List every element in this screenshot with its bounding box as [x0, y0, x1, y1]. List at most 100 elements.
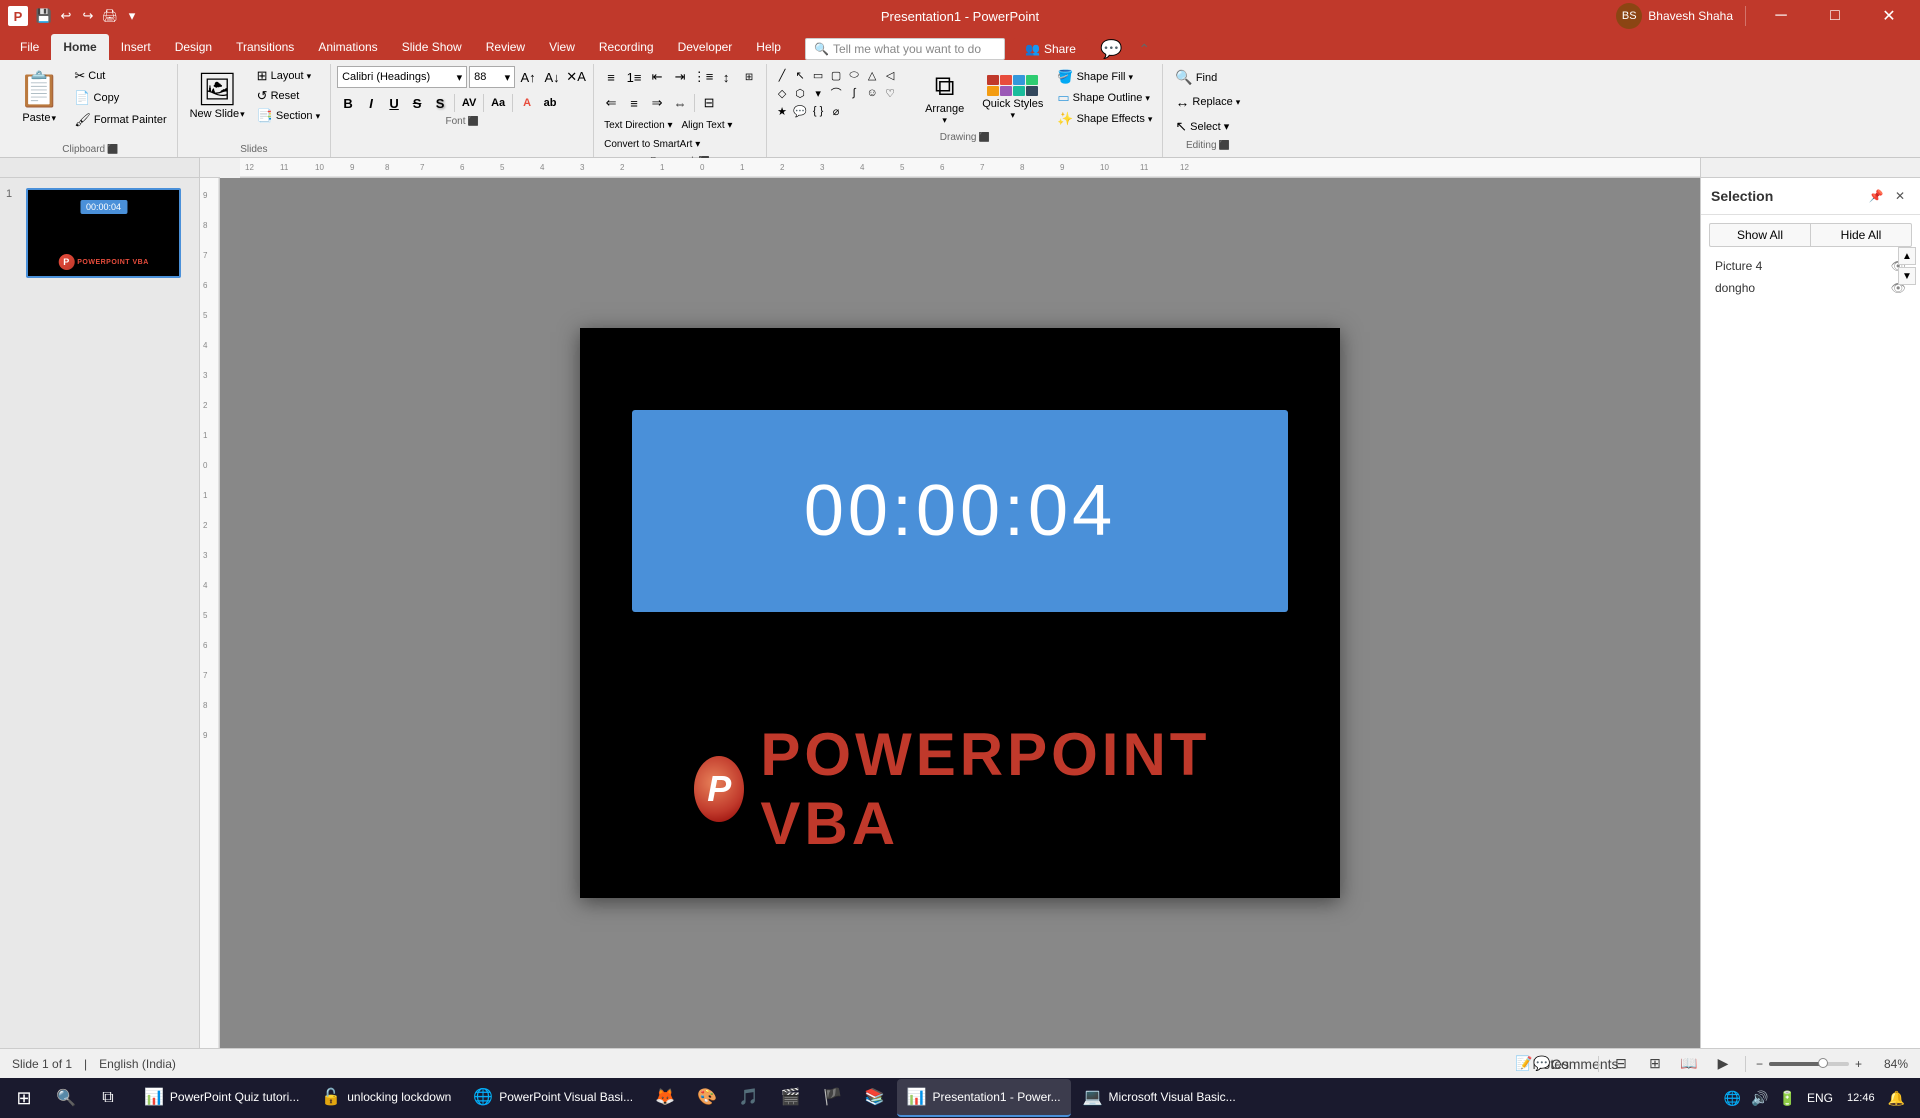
replace-arrow[interactable]: ▾	[1236, 97, 1241, 108]
sel-item-picture4[interactable]: Picture 4 👁	[1709, 255, 1912, 277]
format-painter-button[interactable]: 🖌 Format Painter	[70, 110, 170, 130]
tab-design[interactable]: Design	[163, 34, 224, 60]
tray-notification-icon[interactable]: 🔔	[1885, 1088, 1908, 1109]
font-expand-btn[interactable]: ⬛	[467, 116, 478, 127]
tab-developer[interactable]: Developer	[666, 34, 745, 60]
comments-status-btn[interactable]: 💬 Comments	[1564, 1054, 1588, 1074]
tray-battery-icon[interactable]: 🔋	[1776, 1088, 1799, 1109]
drawing-expand-btn[interactable]: ⬛	[978, 132, 989, 143]
decrease-indent-btn[interactable]: ⇤	[646, 66, 668, 88]
align-right-btn[interactable]: ⇒	[646, 92, 668, 114]
zoom-bar[interactable]	[1769, 1062, 1849, 1066]
sel-scroll-down-btn[interactable]: ▼	[1898, 267, 1916, 285]
tray-network-icon[interactable]: 🌐	[1721, 1088, 1744, 1109]
undo-qa-btn[interactable]: ↩	[56, 6, 76, 26]
shape-fill-arrow[interactable]: ▾	[1128, 72, 1133, 83]
shape-tri[interactable]: △	[863, 66, 881, 84]
line-spacing-btn[interactable]: ↕	[715, 66, 737, 88]
align-text-btn[interactable]: Align Text ▾	[677, 118, 736, 133]
paste-dropdown-arrow[interactable]: ▾	[51, 113, 56, 124]
decrease-font-btn[interactable]: A↓	[541, 66, 563, 88]
shape-hex[interactable]: ⬡	[791, 84, 809, 102]
justify-btn[interactable]: ⇔	[669, 92, 691, 114]
clear-format-btn[interactable]: ✕A	[565, 66, 587, 88]
slide-thumbnail-1[interactable]: 00:00:04 P POWERPOINT VBA	[26, 188, 181, 278]
increase-indent-btn[interactable]: ⇥	[669, 66, 691, 88]
text-shadow-btn[interactable]: S	[429, 92, 451, 114]
tray-clock[interactable]: 12:46	[1841, 1090, 1881, 1106]
bold-btn[interactable]: B	[337, 92, 359, 114]
reading-view-btn[interactable]: 📖	[1677, 1054, 1701, 1074]
zoom-slider[interactable]: − +	[1756, 1057, 1862, 1071]
font-color-btn[interactable]: A	[516, 92, 538, 114]
taskbar-app-flag[interactable]: 🏴	[813, 1079, 853, 1117]
sel-pin-btn[interactable]: 📌	[1866, 186, 1886, 206]
shape-line[interactable]: ╱	[773, 66, 791, 84]
reset-button[interactable]: ↺ Reset	[253, 86, 324, 106]
task-view-btn[interactable]: ⧉	[88, 1078, 128, 1118]
user-area[interactable]: BS Bhavesh Shaha	[1616, 3, 1733, 29]
tab-help[interactable]: Help	[744, 34, 793, 60]
shape-star[interactable]: ★	[773, 102, 791, 120]
shape-effects-btn[interactable]: ✨ Shape Effects ▾	[1053, 109, 1156, 129]
taskbar-app-visual-basic[interactable]: 🌐 PowerPoint Visual Basi...	[463, 1079, 643, 1117]
sel-scroll-up-btn[interactable]: ▲	[1898, 247, 1916, 265]
taskbar-app-ae[interactable]: 🎬	[771, 1079, 811, 1117]
quick-styles-button[interactable]: Quick Styles ▾	[976, 66, 1049, 130]
zoom-out-btn[interactable]: −	[1756, 1057, 1763, 1071]
slide-sorter-btn[interactable]: ⊞	[1643, 1054, 1667, 1074]
para-settings-btn[interactable]: ⊞	[738, 66, 760, 88]
select-button[interactable]: ↖ Select ▾	[1169, 115, 1246, 138]
arrange-arrow[interactable]: ▾	[942, 115, 947, 126]
print-qa-btn[interactable]: 🖨	[100, 6, 120, 26]
sel-close-btn[interactable]: ✕	[1890, 186, 1910, 206]
search-taskbar-btn[interactable]: 🔍	[46, 1078, 86, 1118]
taskbar-app-fox[interactable]: 🦊	[645, 1079, 685, 1117]
collapse-ribbon-btn[interactable]: ⌃	[1134, 39, 1154, 60]
shape-more[interactable]: ▾	[809, 84, 827, 102]
clipboard-expand-btn[interactable]: ⬛	[107, 144, 118, 155]
paste-button[interactable]: 📋 Paste ▾	[10, 66, 68, 128]
shape-arc[interactable]: ⌒	[827, 84, 845, 102]
change-case-btn[interactable]: Aa	[487, 92, 509, 114]
start-button[interactable]: ⊞	[4, 1078, 44, 1118]
tab-view[interactable]: View	[537, 34, 587, 60]
taskbar-app-lockdown[interactable]: 🔓 unlocking lockdown	[311, 1079, 461, 1117]
arrange-button[interactable]: ⧉ Arrange ▾	[917, 66, 972, 130]
strikethrough-btn[interactable]: S	[406, 92, 428, 114]
tab-slideshow[interactable]: Slide Show	[390, 34, 474, 60]
shape-bracket[interactable]: { }	[809, 102, 827, 120]
share-button[interactable]: 👥 Share	[1013, 38, 1088, 60]
tab-recording[interactable]: Recording	[587, 34, 666, 60]
close-btn[interactable]: ✕	[1866, 0, 1912, 32]
tab-home[interactable]: Home	[51, 34, 108, 60]
normal-view-btn[interactable]: ⊟	[1609, 1054, 1633, 1074]
numbering-btn[interactable]: 1≡	[623, 66, 645, 88]
shape-diamond[interactable]: ◇	[773, 84, 791, 102]
new-slide-arrow[interactable]: ▾	[240, 109, 245, 120]
section-arrow[interactable]: ▾	[316, 111, 321, 122]
columns-btn[interactable]: ⊟	[698, 92, 720, 114]
taskbar-app-quiz[interactable]: 📊 PowerPoint Quiz tutori...	[134, 1079, 309, 1117]
taskbar-app-aud[interactable]: 🎵	[729, 1079, 769, 1117]
slide-canvas[interactable]: 00:00:04 P POWERPOINT VBA	[580, 328, 1340, 898]
font-size-selector[interactable]: 88 ▾	[469, 66, 515, 88]
tab-review[interactable]: Review	[474, 34, 537, 60]
bullets-btn[interactable]: ≡	[600, 66, 622, 88]
cut-button[interactable]: ✂ Cut	[70, 66, 170, 86]
hide-all-btn[interactable]: Hide All	[1810, 223, 1912, 247]
minimize-btn[interactable]: ─	[1758, 0, 1804, 32]
find-button[interactable]: 🔍 Find	[1169, 66, 1246, 89]
shape-fill-btn[interactable]: 🪣 Shape Fill ▾	[1053, 67, 1156, 87]
shape-callout[interactable]: 💬	[791, 102, 809, 120]
replace-button[interactable]: ↔ Replace ▾	[1169, 91, 1246, 113]
editing-expand-btn[interactable]: ⬛	[1219, 140, 1230, 151]
italic-btn[interactable]: I	[360, 92, 382, 114]
shape-effects-arrow[interactable]: ▾	[1148, 114, 1153, 125]
increase-font-btn[interactable]: A↑	[517, 66, 539, 88]
tab-animations[interactable]: Animations	[306, 34, 389, 60]
highlight-btn[interactable]: ab	[539, 92, 561, 114]
qa-more-btn[interactable]: ▾	[122, 6, 142, 26]
tab-insert[interactable]: Insert	[109, 34, 163, 60]
zoom-level[interactable]: 84%	[1872, 1057, 1908, 1071]
